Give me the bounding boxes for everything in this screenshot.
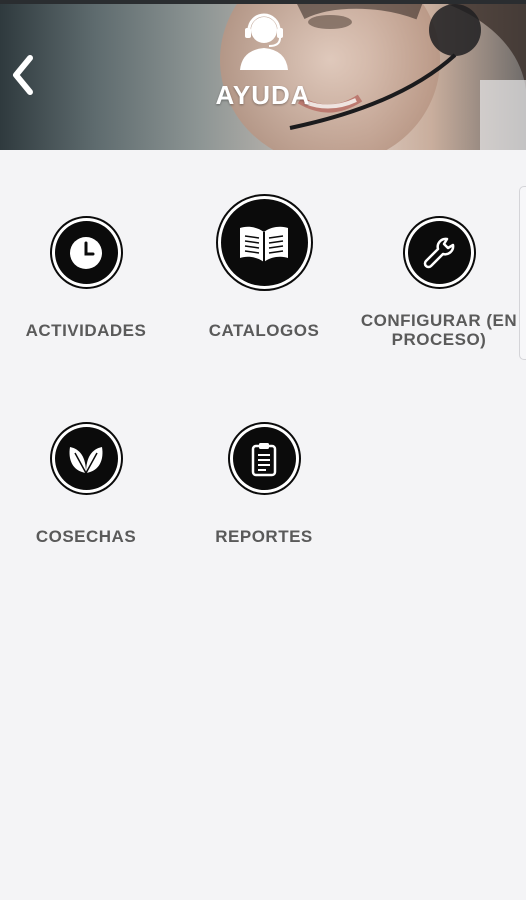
menu-item-label: REPORTES (215, 527, 313, 546)
menu-item-catalogos[interactable]: CATALOGOS (176, 199, 352, 340)
leaves-icon (54, 427, 118, 490)
menu-item-label: ACTIVIDADES (25, 321, 147, 340)
book-icon (220, 199, 308, 286)
menu-item-cosechas[interactable]: COSECHAS (0, 427, 174, 546)
page-title: AYUDA (215, 80, 311, 110)
menu-item-label: CONFIGURAR (EN PROCESO) (360, 311, 518, 349)
menu-item-label: COSECHAS (35, 527, 137, 546)
menu-item-actividades[interactable]: ACTIVIDADES (0, 221, 174, 340)
header-banner: AYUDA (0, 0, 526, 150)
clock-icon (54, 221, 118, 284)
menu-item-label: CATALOGOS (208, 321, 320, 340)
menu-item-configurar[interactable]: CONFIGURAR (EN PROCESO) (344, 221, 526, 349)
wrench-icon (407, 221, 471, 284)
menu-item-reportes[interactable]: REPORTES (176, 427, 352, 546)
headset-agent-icon (236, 8, 292, 72)
clipboard-icon (232, 427, 296, 490)
